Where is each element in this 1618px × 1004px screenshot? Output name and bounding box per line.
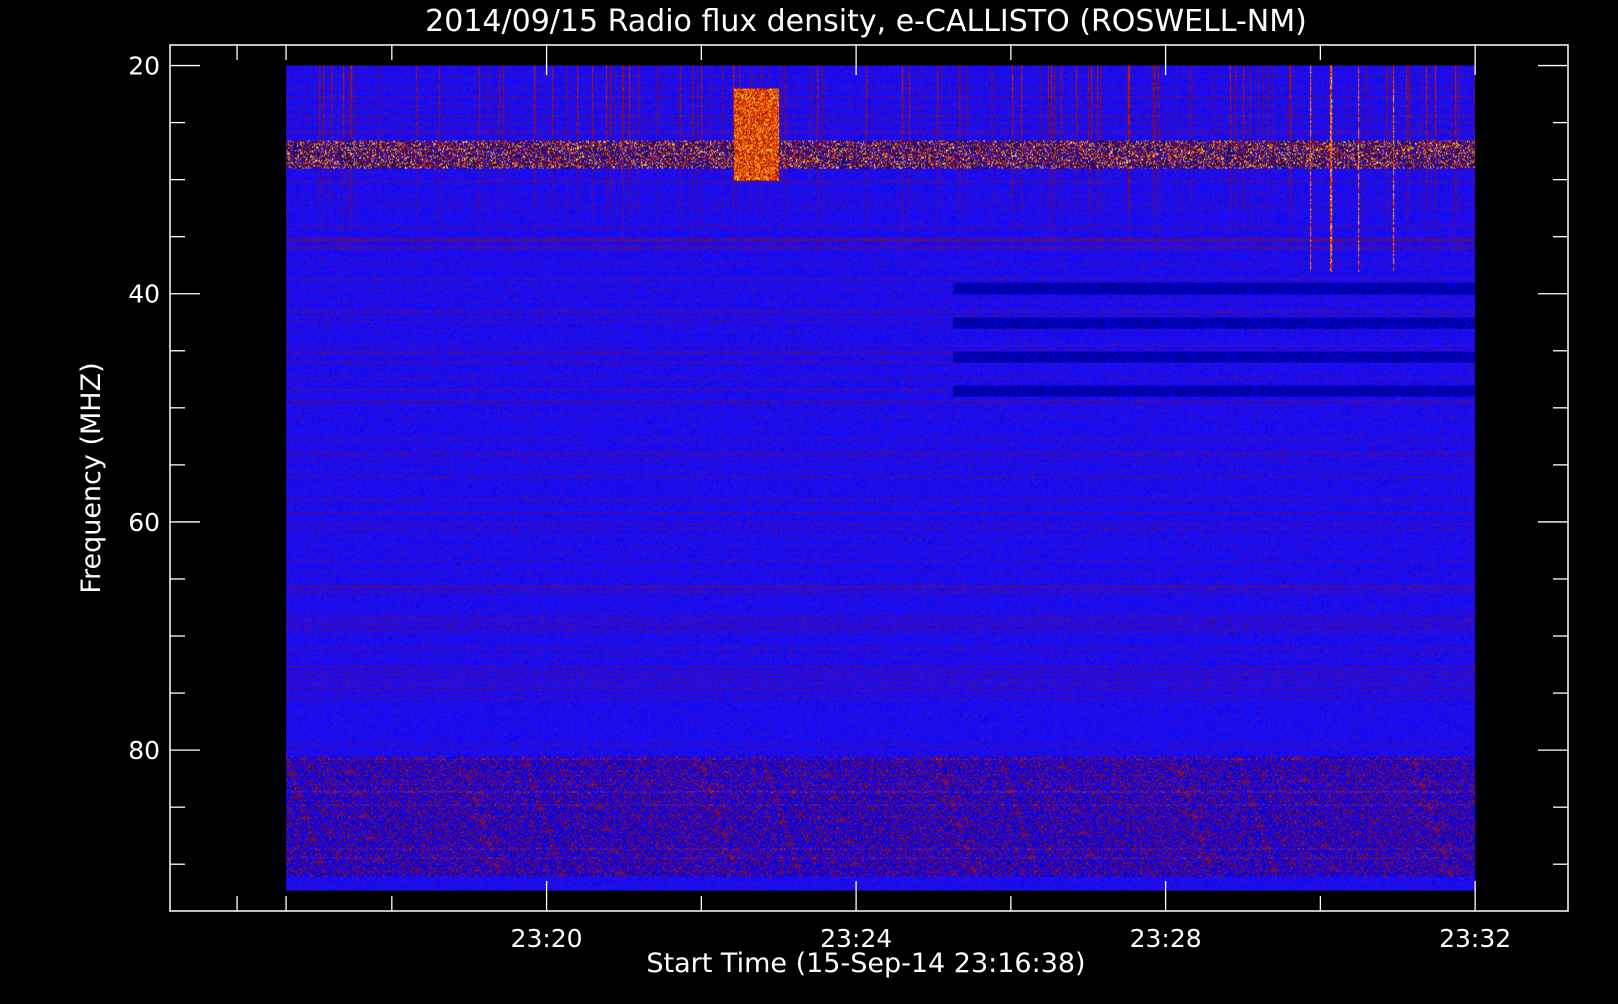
y-tick-label: 80 [128,736,160,765]
spectrogram-heatmap [286,65,1476,891]
x-tick-label: 23:20 [511,924,583,953]
y-tick-label: 20 [128,52,160,81]
chart-title: 2014/09/15 Radio flux density, e-CALLIST… [425,4,1307,39]
x-tick-label: 23:28 [1130,924,1202,953]
x-tick-label: 23:32 [1439,924,1511,953]
x-tick-label: 23:24 [820,924,892,953]
spectrogram-chart: 2014/09/15 Radio flux density, e-CALLIST… [0,0,1618,1000]
y-axis-label: Frequency (MHZ) [76,362,107,593]
y-tick-label: 40 [128,280,160,309]
spectrogram-image [286,65,1476,891]
y-tick-label: 60 [128,508,160,537]
chart-svg: 2014/09/15 Radio flux density, e-CALLIST… [0,0,1618,1000]
